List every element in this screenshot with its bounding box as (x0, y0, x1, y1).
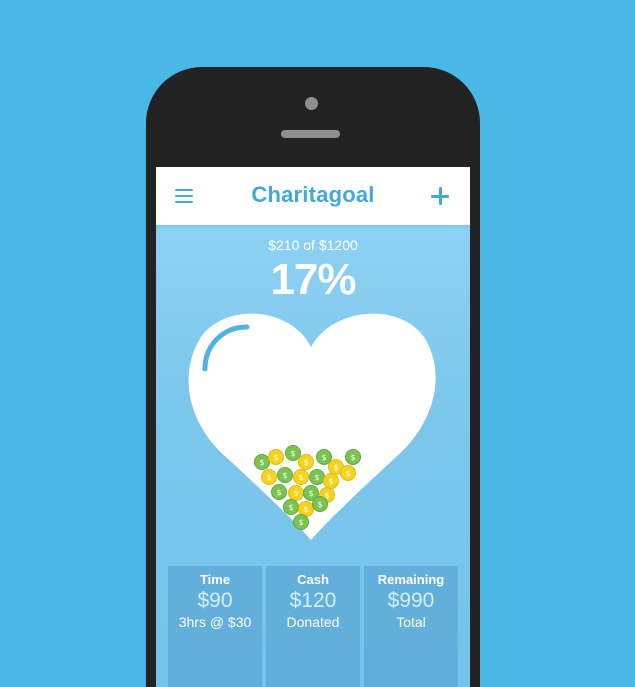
coin-symbol-icon: $ (333, 463, 338, 472)
stat-card-cash[interactable]: Cash $120 Donated (266, 566, 360, 687)
coin-symbol-icon: $ (321, 453, 326, 462)
coin-symbol-icon: $ (303, 458, 308, 467)
stat-value: $120 (289, 589, 337, 612)
stat-card-time[interactable]: Time $90 3hrs @ $30 (168, 566, 262, 687)
heart-progress-graphic: $$ $$$$$$ $ $ $ $$$ $ $ $$ $$$ (188, 313, 436, 540)
coin-symbol-icon: $ (303, 505, 308, 514)
coin-symbol-icon: $ (350, 453, 355, 462)
stat-title: Cash (297, 572, 329, 587)
nav-bar: Charitagoal (156, 167, 470, 225)
stat-subtitle: 3hrs @ $30 (178, 614, 252, 630)
stat-title: Remaining (377, 572, 445, 587)
app-screen: Charitagoal $210 of $1200 17% $ $ $ $ $ $ $ $ $ $… (156, 167, 470, 687)
stats-row: Time $90 3hrs @ $30 Cash $120 Donated Re… (168, 566, 458, 687)
app-title: Charitagoal (251, 182, 375, 207)
coin-symbol-icon: $ (314, 473, 319, 482)
coin-symbol-icon: $ (317, 500, 322, 509)
speaker-grille (281, 130, 340, 138)
coin-symbol-icon: $ (288, 503, 293, 512)
camera-icon (305, 97, 318, 110)
coin-symbol-icon: $ (273, 453, 278, 462)
coin-symbol-icon: $ (282, 471, 287, 480)
stat-value: $990 (387, 589, 435, 612)
coin-symbol-icon: $ (293, 489, 298, 498)
stat-subtitle: Total (396, 614, 426, 630)
coin-symbol-icon: $ (298, 518, 303, 527)
coin-symbol-icon: $ (298, 473, 303, 482)
phone-frame: Charitagoal $210 of $1200 17% $ $ $ $ $ $ $ $ $ $… (146, 67, 480, 687)
stat-value: $90 (197, 589, 233, 612)
progress-caption: $210 of $1200 (268, 237, 358, 253)
coin-symbol-icon: $ (345, 469, 350, 478)
coin-symbol-icon: $ (259, 458, 264, 467)
stat-title: Time (199, 572, 231, 587)
coin-symbol-icon: $ (290, 449, 295, 458)
coin-symbol-icon: $ (276, 488, 281, 497)
coin-symbol-icon: $ (308, 489, 313, 498)
coin-symbol-icon: $ (266, 473, 271, 482)
plus-icon[interactable] (430, 186, 450, 206)
progress-percent: 17% (270, 255, 356, 304)
stat-subtitle: Donated (286, 614, 340, 630)
coin-symbol-icon: $ (328, 477, 333, 486)
stat-card-remaining[interactable]: Remaining $990 Total (364, 566, 458, 687)
